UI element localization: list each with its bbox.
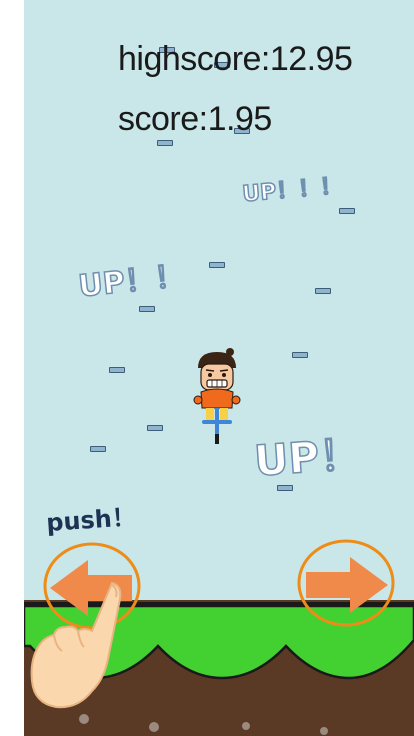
platform [109,367,125,373]
platform [157,140,173,146]
up-floating-text: UP！！ [76,258,187,305]
pointing-hand-icon [30,581,122,709]
player-character-icon [193,348,241,444]
up-floating-text: UP！！！ [241,173,344,208]
platform [209,262,225,268]
highscore-label: highscore:12.95 [118,40,353,78]
platform [292,352,308,358]
platform [147,425,163,431]
move-right-button[interactable] [296,537,396,629]
platform [315,288,331,294]
platform [339,208,355,214]
game-area[interactable]: highscore:12.95 score:1.95 UP！！！ UP！！ UP… [24,0,414,736]
right-arrow-icon [306,557,388,613]
platform [90,446,106,452]
push-hint-label: push！ [45,502,137,538]
up-floating-text: UP！ [252,429,364,487]
platform [139,306,155,312]
score-label: score:1.95 [118,100,272,138]
